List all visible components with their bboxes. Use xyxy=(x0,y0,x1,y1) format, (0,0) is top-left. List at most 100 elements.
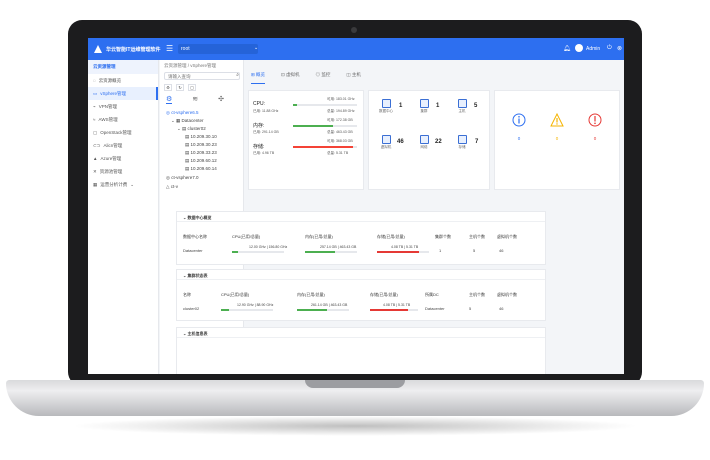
alarm-warning-count: 0 xyxy=(555,136,559,141)
column-header: 存储(已用/总量) xyxy=(370,292,398,297)
inventory-label: 存储 xyxy=(458,145,466,149)
alarm-warning[interactable]: 0 xyxy=(547,112,567,141)
inventory-label: 主机 xyxy=(458,109,466,113)
tab-monitor[interactable]: ◎ 监控 xyxy=(316,72,331,84)
tab-overview[interactable]: ⊞ 概览 xyxy=(251,72,266,84)
menu-icon[interactable]: ☰ xyxy=(166,44,173,53)
tree-node-host[interactable]: ▤ 10.209.60.14 xyxy=(185,166,217,172)
refresh-icon[interactable]: ↻ xyxy=(176,84,184,91)
inventory-storage[interactable]: 存储 xyxy=(449,135,475,150)
tree-node-cluster[interactable]: ⌄ ▤ cluster02 xyxy=(177,126,206,132)
sidebar-item-vpn[interactable]: ⌁ VPN管理 xyxy=(88,100,158,113)
tenant-select-value: root xyxy=(181,46,190,52)
bell-icon[interactable]: 🔔︎ xyxy=(563,45,571,52)
tree-node-host[interactable]: ▤ 10.209.60.12 xyxy=(185,158,217,164)
inventory-label: 数据中心 xyxy=(379,109,393,113)
storage-available: 可用: 368.03 GB xyxy=(327,139,353,143)
tree-node-vcenter[interactable]: ◎ ct-vsphere6.5 xyxy=(166,110,198,116)
cluster-memory: 261.14 GB | 463.43 GB xyxy=(311,303,348,307)
close-icon[interactable]: ⊗ xyxy=(617,45,622,52)
tab-label: 监控 xyxy=(321,72,331,77)
tenant-select[interactable]: root xyxy=(178,44,258,54)
datacenter-cluster-count: 1 xyxy=(439,248,442,253)
tree-node-vcenter[interactable]: ◎ ct-vsphere7.0 xyxy=(166,175,198,181)
network-view-icon[interactable]: ✣ xyxy=(218,95,224,104)
logo-icon xyxy=(94,45,102,53)
tree-node-host[interactable]: ▤ 10.209.30.10 xyxy=(185,134,217,140)
inventory-vm[interactable]: 虚拟机 xyxy=(373,135,399,150)
inventory-host[interactable]: 主机 xyxy=(449,99,475,114)
sidebar-item-label: vSphere管理 xyxy=(100,90,127,96)
memory-usage-fill xyxy=(293,125,334,127)
host-icon xyxy=(457,99,467,108)
alarm-info-count: 0 xyxy=(517,136,521,141)
collapse-icon[interactable]: ▢ xyxy=(188,84,196,91)
tab-label: 虚拟机 xyxy=(286,72,300,77)
tree-toolbar: ⚙ ↻ ▢ xyxy=(164,84,196,91)
column-header: 内存(已用/总量) xyxy=(305,234,333,239)
avatar[interactable] xyxy=(575,44,583,52)
cluster-icon xyxy=(419,99,429,108)
sidebar-item-label: OpenStack管理 xyxy=(100,129,132,135)
tree-node-vcenter[interactable]: △ ct-v xyxy=(166,184,178,190)
tree-node-host[interactable]: ▤ 10.209.30.23 xyxy=(185,142,217,148)
tab-vms[interactable]: ⊡ 虚拟机 xyxy=(281,72,300,84)
inventory-label: 集群 xyxy=(420,109,428,113)
memory-available: 可用: 172.38 GB xyxy=(327,118,353,122)
cluster-name[interactable]: cluster02 xyxy=(183,306,199,311)
storage-view-icon[interactable]: ≋ xyxy=(192,95,198,104)
inventory-network[interactable]: 网络 xyxy=(411,135,437,150)
settings-icon[interactable]: ⚙ xyxy=(164,84,172,91)
section-header[interactable]: ⌄ 集群状态表 xyxy=(177,270,545,280)
tree-node-datacenter[interactable]: ⌄ ▦ Datacenter xyxy=(171,118,204,124)
datacenter-name[interactable]: Datacenter xyxy=(183,248,203,253)
azure-icon: ▲ xyxy=(93,156,98,161)
search-icon[interactable]: ⌕ xyxy=(236,72,239,78)
section-title: 数据中心概览 xyxy=(187,215,212,220)
search-input[interactable] xyxy=(164,72,240,80)
alarm-error-count: 0 xyxy=(593,136,597,141)
datacenter-host-count: 5 xyxy=(473,248,476,253)
sidebar-item-overview[interactable]: ◌ 云资源概览 xyxy=(88,74,158,87)
sidebar-home[interactable]: 云资源管理 xyxy=(88,60,158,74)
datacenter-vm-count: 46 xyxy=(499,248,504,253)
sidebar-item-resource-pool[interactable]: ✕ 资源池管理 xyxy=(88,165,158,178)
username[interactable]: Admin xyxy=(586,46,600,52)
sidebar-item-aws[interactable]: ≈ AWS管理 xyxy=(88,113,158,126)
section-header[interactable]: ⌄ 数据中心概览 xyxy=(177,212,545,222)
sidebar-item-label: AWS管理 xyxy=(98,116,118,122)
column-header: 主机个数 xyxy=(469,234,485,239)
inventory-cluster[interactable]: 集群 xyxy=(411,99,437,114)
memory-used: 已用: 291.14 GB xyxy=(253,130,279,134)
vpn-icon: ⌁ xyxy=(93,103,96,109)
sidebar-item-vsphere[interactable]: ▭ vSphere管理 xyxy=(88,87,158,100)
hosts-view-icon[interactable]: ⚙ xyxy=(166,95,173,104)
storage-label: 存储: xyxy=(253,144,265,150)
section-header[interactable]: ⌄ 主机信息表 xyxy=(177,328,545,338)
network-count: 22 xyxy=(435,139,442,145)
inventory-label: 虚拟机 xyxy=(380,145,392,149)
tree-node-label: cluster02 xyxy=(187,126,206,131)
column-header: CPU(已用/总量) xyxy=(221,292,250,297)
sidebar-item-openstack[interactable]: ▢ OpenStack管理 xyxy=(88,126,158,139)
aws-icon: ≈ xyxy=(93,117,96,122)
sidebar-item-alicn[interactable]: ⊂⊃ Alicn管理 xyxy=(88,139,158,152)
inventory-datacenter[interactable]: 数据中心 xyxy=(373,99,399,114)
cpu-label: CPU: xyxy=(253,101,265,107)
datacenter-overview-section: ⌄ 数据中心概览 数据中心名称 CPU(已用/总量) 内存(已用/总量) 存储(… xyxy=(176,211,546,265)
tree-node-host[interactable]: ▤ 10.209.33.23 xyxy=(185,150,217,156)
datacenter-cpu-fill xyxy=(232,251,238,253)
cpu-usage-fill xyxy=(293,104,297,106)
tab-hosts[interactable]: ◫ 主机 xyxy=(346,72,361,84)
chevron-down-icon[interactable]: ⌄ xyxy=(254,45,258,51)
alarm-info[interactable]: 0 xyxy=(509,113,529,141)
alarm-error[interactable]: 0 xyxy=(585,113,605,141)
cluster-count: 1 xyxy=(436,103,440,109)
sidebar-item-azure[interactable]: ▲ Azure管理 xyxy=(88,152,158,165)
cluster-storage: 4.08 TB | 5.31 TB xyxy=(383,303,411,307)
power-icon[interactable]: ⏻ xyxy=(607,45,612,52)
column-header: 主机个数 xyxy=(469,292,485,297)
section-title: 主机信息表 xyxy=(187,331,208,336)
cluster-cpu: 12.90 GHz | 88.90 GHz xyxy=(237,303,274,307)
sidebar-item-billing[interactable]: ▦ 运营分析计费 ⌄ xyxy=(88,178,158,191)
